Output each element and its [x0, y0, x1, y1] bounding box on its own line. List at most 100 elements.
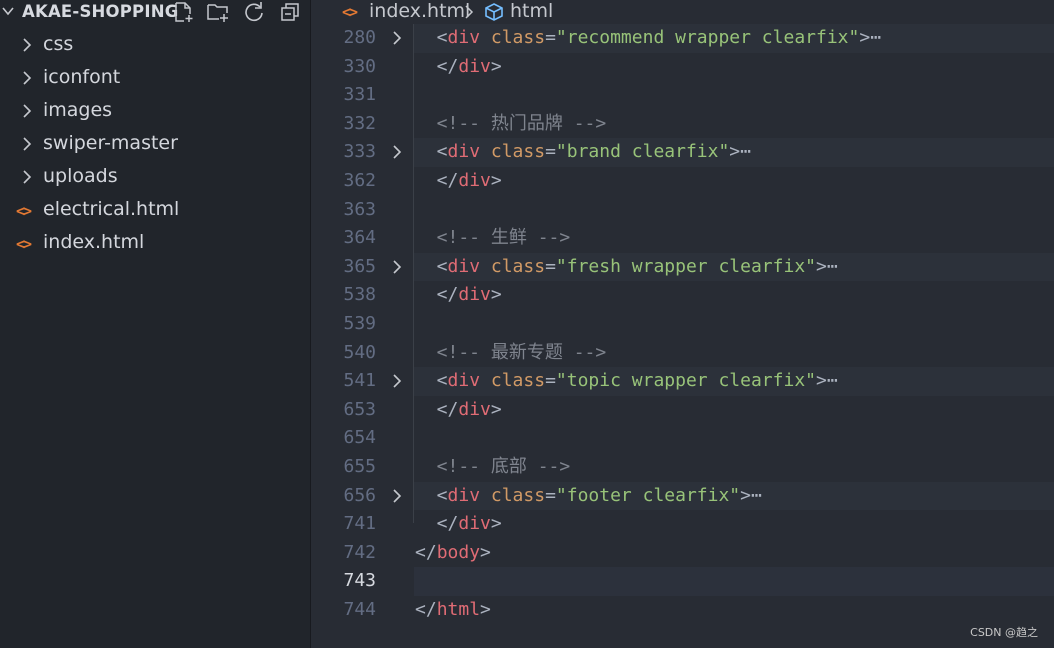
- explorer-header[interactable]: AKAE-SHOPPING: [0, 0, 311, 24]
- tree-item-label: css: [43, 33, 74, 55]
- code-line[interactable]: 653 </div>: [312, 396, 1054, 425]
- code-line[interactable]: 364 <!-- 生鲜 -->: [312, 224, 1054, 253]
- code-token: "footer clearfix": [555, 484, 741, 506]
- code-token: <: [415, 141, 448, 163]
- breadcrumb-file[interactable]: index.html: [369, 0, 470, 22]
- code-token: =: [545, 141, 556, 163]
- line-number: 538: [343, 284, 376, 306]
- code-text: <!-- 热门品牌 -->: [415, 110, 607, 139]
- code-token: body: [436, 541, 481, 563]
- tree-item-label: images: [43, 99, 113, 121]
- chevron-down-icon[interactable]: [1, 4, 15, 18]
- code-token: =: [545, 27, 556, 48]
- line-number: 364: [343, 227, 376, 249]
- tree-folder-css[interactable]: css: [0, 29, 311, 62]
- tree-folder-swiper-master[interactable]: swiper-master: [0, 128, 311, 161]
- new-file-icon[interactable]: [171, 0, 195, 24]
- code-token: =: [545, 370, 556, 392]
- code-line[interactable]: 539: [312, 310, 1054, 339]
- fold-chevron-right-icon[interactable]: [390, 260, 404, 274]
- code-line[interactable]: 332 <!-- 热门品牌 -->: [312, 110, 1054, 139]
- code-text: </div>: [415, 53, 502, 82]
- code-token: class: [490, 255, 546, 277]
- code-editor[interactable]: 280 <div class="recommend wrapper clearf…: [312, 24, 1054, 648]
- tree-folder-iconfont[interactable]: iconfont: [0, 62, 311, 95]
- code-token: div: [447, 141, 481, 163]
- code-line[interactable]: 655 <!-- 底部 -->: [312, 453, 1054, 482]
- line-number: 742: [343, 541, 376, 563]
- code-line[interactable]: 280 <div class="recommend wrapper clearf…: [312, 24, 1054, 53]
- code-token: >: [480, 541, 491, 563]
- code-token: <: [415, 370, 448, 392]
- refresh-icon[interactable]: [242, 0, 266, 24]
- new-folder-icon[interactable]: [206, 0, 230, 24]
- code-line[interactable]: 331: [312, 81, 1054, 110]
- line-number: 333: [343, 141, 376, 163]
- code-token: >: [740, 484, 751, 506]
- chevron-right-icon: [23, 71, 32, 85]
- html-file-icon: <>: [16, 235, 32, 253]
- line-highlight: [414, 567, 1054, 596]
- breadcrumb-node[interactable]: html: [510, 0, 553, 22]
- code-token: class: [490, 141, 546, 163]
- code-line[interactable]: 656 <div class="footer clearfix">⋯: [312, 481, 1054, 511]
- code-token: >: [480, 599, 491, 620]
- code-line[interactable]: 365 <div class="fresh wrapper clearfix">…: [312, 252, 1054, 282]
- code-token: div: [447, 370, 481, 392]
- watermark: CSDN @趋之: [970, 626, 1038, 639]
- collapse-all-icon[interactable]: [278, 0, 302, 24]
- code-token: "recommend wrapper clearfix": [555, 27, 860, 48]
- line-number: 655: [343, 456, 376, 477]
- code-line[interactable]: 540 <!-- 最新专题 -->: [312, 339, 1054, 368]
- code-line[interactable]: 741 </div>: [312, 510, 1054, 539]
- code-token: >: [490, 284, 502, 306]
- code-text: </html>: [415, 596, 491, 625]
- line-number: 741: [343, 513, 376, 535]
- code-line[interactable]: 744 </html>: [312, 596, 1054, 625]
- code-token: </: [415, 541, 437, 563]
- tree-item-label: index.html: [43, 231, 145, 253]
- code-token: <!-- 最新专题 -->: [415, 341, 607, 363]
- code-line[interactable]: 541 <div class="topic wrapper clearfix">…: [312, 367, 1054, 396]
- fold-chevron-right-icon[interactable]: [390, 145, 404, 159]
- code-token: </: [415, 513, 459, 535]
- code-token: <: [415, 484, 448, 506]
- code-line[interactable]: 363: [312, 196, 1054, 225]
- line-number: 330: [343, 55, 376, 77]
- tree-folder-images[interactable]: images: [0, 95, 311, 128]
- fold-chevron-right-icon[interactable]: [390, 31, 404, 45]
- code-text: </div>: [415, 167, 502, 196]
- code-token: >: [490, 55, 502, 77]
- tree-folder-uploads[interactable]: uploads: [0, 161, 311, 194]
- code-text: <div class="topic wrapper clearfix">⋯: [415, 367, 838, 396]
- code-token: </: [415, 55, 459, 77]
- code-line[interactable]: 538 </div>: [312, 281, 1054, 310]
- chevron-right-icon: [23, 170, 32, 184]
- cube-icon: [485, 3, 503, 21]
- code-token: >: [490, 170, 502, 191]
- chevron-right-icon: [23, 104, 32, 118]
- code-line[interactable]: 330 </div>: [312, 53, 1054, 82]
- html-file-icon: <>: [16, 202, 32, 220]
- line-number: 653: [343, 398, 376, 420]
- html-file-icon: <>: [342, 3, 358, 21]
- code-line[interactable]: 742 </body>: [312, 539, 1054, 568]
- code-token: div: [458, 398, 491, 420]
- code-text: </div>: [415, 510, 502, 539]
- tree-file-index-html[interactable]: <> index.html: [0, 227, 311, 260]
- tree-item-label: swiper-master: [43, 132, 178, 154]
- fold-chevron-right-icon[interactable]: [390, 489, 404, 503]
- code-line[interactable]: 362 </div>: [312, 167, 1054, 196]
- code-text: <div class="recommend wrapper clearfix">…: [415, 24, 881, 53]
- code-token: =: [545, 484, 556, 506]
- tree-file-electrical-html[interactable]: <> electrical.html: [0, 194, 311, 227]
- code-line[interactable]: 333 <div class="brand clearfix">⋯: [312, 138, 1054, 167]
- fold-chevron-right-icon[interactable]: [390, 374, 404, 388]
- code-line[interactable]: 654: [312, 424, 1054, 453]
- code-line[interactable]: 743: [312, 567, 1054, 596]
- code-token: <!-- 生鲜 -->: [415, 227, 571, 249]
- code-text: </div>: [415, 281, 502, 310]
- code-token: >: [816, 370, 827, 392]
